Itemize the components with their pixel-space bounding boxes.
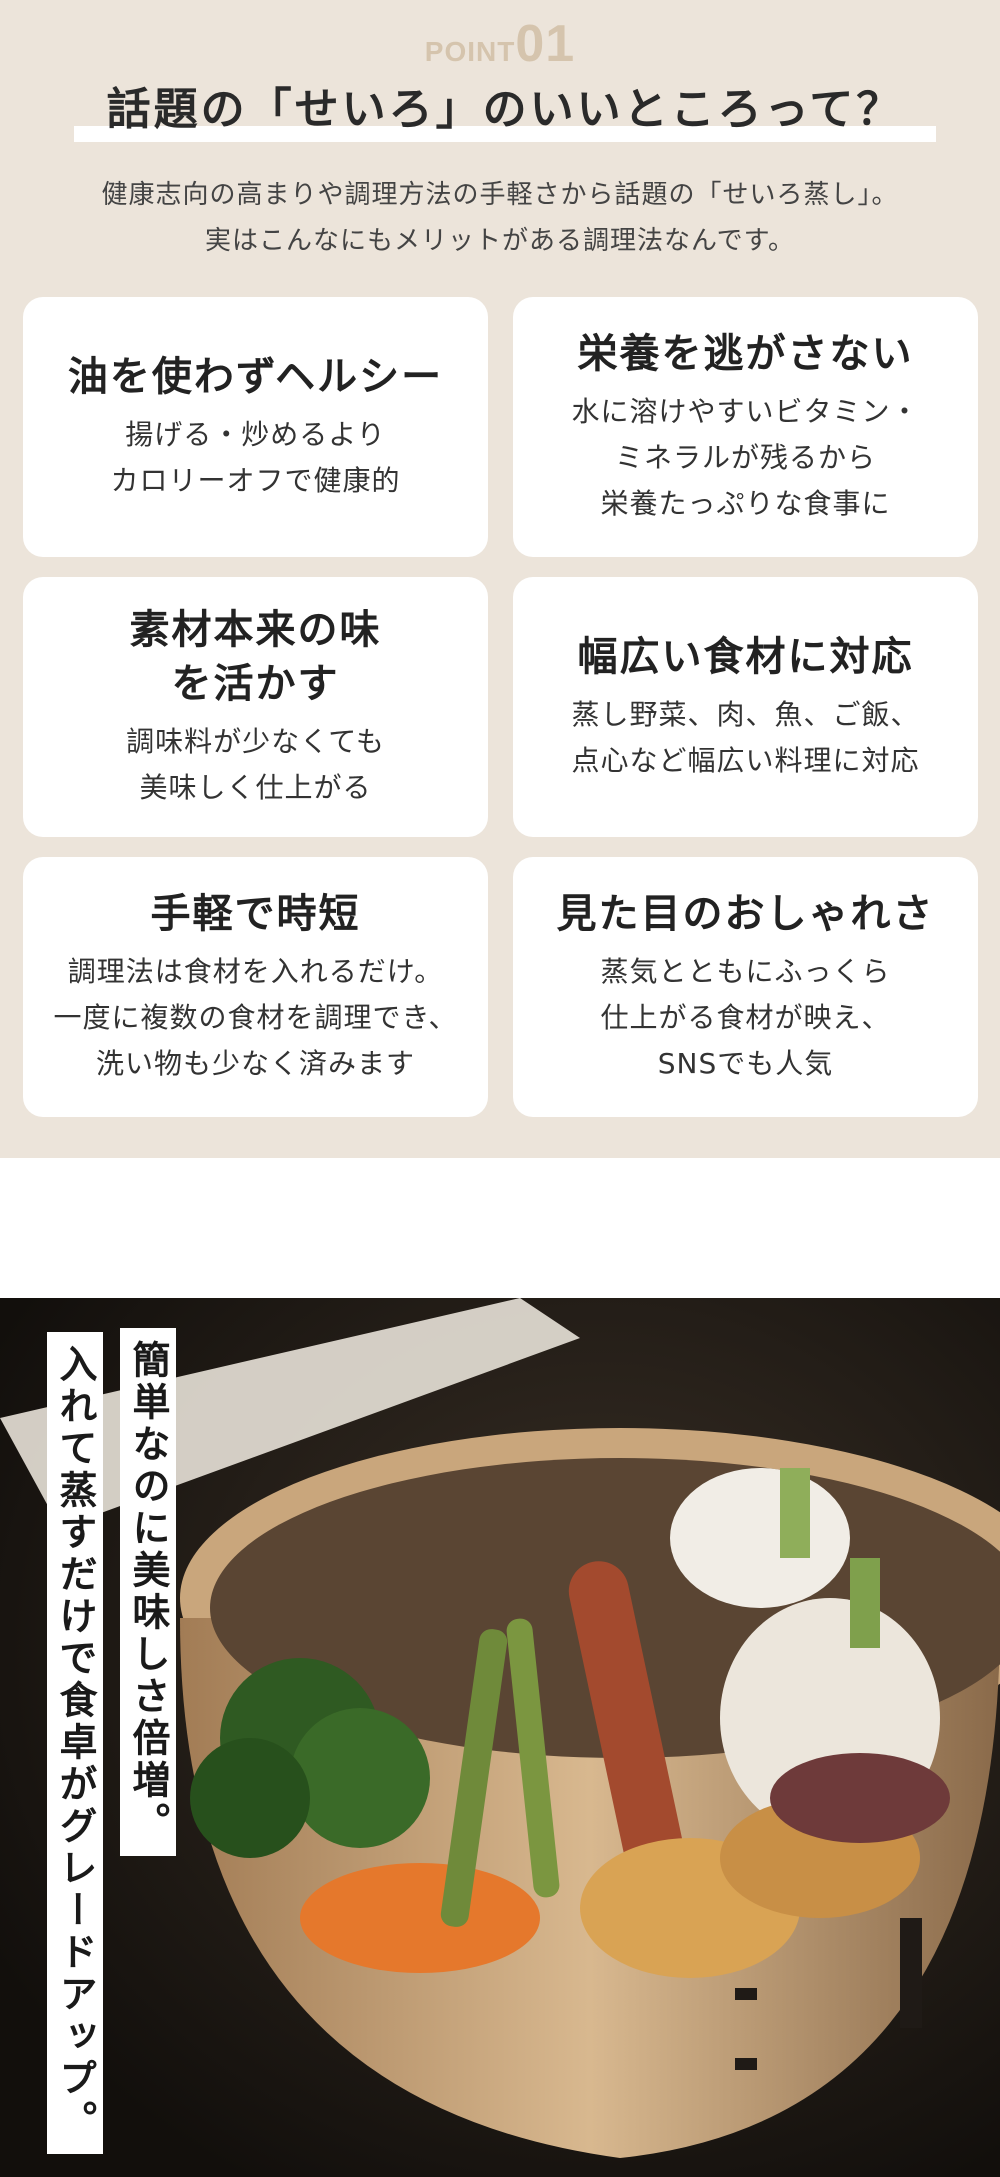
feature-card-nutrition: 栄養を逃がさない 水に溶けやすいビタミン・ ミネラルが残るから 栄養たっぷりな食…	[513, 297, 978, 557]
card-title: 手軽で時短	[150, 891, 361, 937]
feature-card-healthy: 油を使わずヘルシー 揚げる・炒めるより カロリーオフで健康的	[23, 297, 488, 557]
feature-card-versatile: 幅広い食材に対応 蒸し野菜、肉、魚、ご飯、 点心など幅広い料理に対応	[513, 577, 978, 837]
caption-left: 入れて蒸すだけで食卓がグレードアップ。	[47, 1332, 103, 2154]
intro-line-2: 実はこんなにもメリットがある調理法なんです。	[204, 226, 796, 256]
card-title: 油を使わずヘルシー	[67, 354, 444, 400]
heading-text: 話題の「せいろ」のいいところって？	[106, 84, 904, 135]
card-title: 素材本来の味 を活かす	[129, 607, 382, 707]
section-heading: 話題の「せいろ」のいいところって？	[74, 82, 936, 142]
card-title: 見た目のおしゃれさ	[556, 891, 935, 937]
card-description: 水に溶けやすいビタミン・ ミネラルが残るから 栄養たっぷりな食事に	[571, 395, 920, 520]
card-title: 栄養を逃がさない	[577, 331, 914, 377]
point-number: 01	[515, 15, 576, 73]
card-description: 調理法は食材を入れるだけ。 一度に複数の食材を調理でき、 洗い物も少なく済みます	[53, 955, 458, 1080]
steamer-photo: 簡単なのに美味しさ倍増。 入れて蒸すだけで食卓がグレードアップ。	[0, 1298, 1000, 2177]
point-label: POINT01	[0, 18, 1000, 70]
feature-card-natural-taste: 素材本来の味 を活かす 調味料が少なくても 美味しく仕上がる	[23, 577, 488, 837]
feature-card-quick: 手軽で時短 調理法は食材を入れるだけ。 一度に複数の食材を調理でき、 洗い物も少…	[23, 857, 488, 1117]
card-description: 蒸気とともにふっくら 仕上がる食材が映え、 SNSでも人気	[600, 955, 891, 1080]
feature-card-stylish: 見た目のおしゃれさ 蒸気とともにふっくら 仕上がる食材が映え、 SNSでも人気	[513, 857, 978, 1117]
card-description: 揚げる・炒めるより カロリーオフで健康的	[110, 418, 401, 497]
card-title: 幅広い食材に対応	[577, 634, 914, 680]
point-word: POINT	[424, 36, 516, 67]
card-description: 蒸し野菜、肉、魚、ご飯、 点心など幅広い料理に対応	[571, 698, 920, 777]
caption-right: 簡単なのに美味しさ倍増。	[120, 1328, 176, 1856]
intro-text: 健康志向の高まりや調理方法の手軽さから話題の「せいろ蒸し」。 実はこんなにもメリ…	[30, 172, 970, 264]
card-description: 調味料が少なくても 美味しく仕上がる	[126, 725, 385, 804]
intro-line-1: 健康志向の高まりや調理方法の手軽さから話題の「せいろ蒸し」。	[101, 180, 899, 210]
